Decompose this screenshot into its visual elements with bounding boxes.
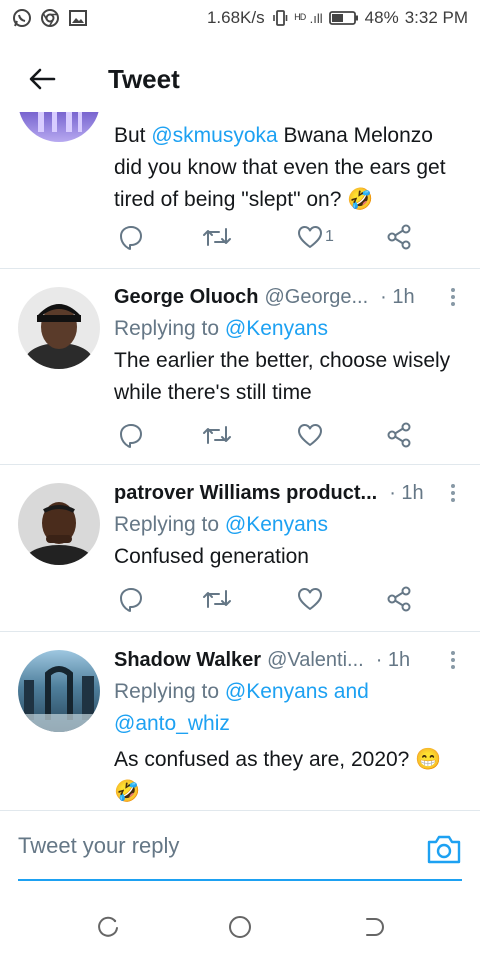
author-name[interactable]: Shadow Walker <box>114 649 261 672</box>
reply-button[interactable] <box>118 221 144 253</box>
system-nav-bar <box>0 896 480 960</box>
like-button[interactable]: 1 <box>297 221 334 253</box>
mention-link[interactable]: @skmusyoka <box>151 124 277 147</box>
replying-to-continued: @anto_whiz <box>114 708 462 740</box>
tweet-actions <box>114 583 414 615</box>
retweet-icon <box>203 590 231 608</box>
tweet-time: · 1h <box>380 285 415 308</box>
laughing-emoji: 🤣 <box>114 780 141 803</box>
back-arrow-icon <box>29 68 56 90</box>
tweet-card[interactable]: But @skmusyoka Bwana Melonzo did you kno… <box>0 112 480 269</box>
chrome-icon <box>40 8 60 28</box>
net-speed: 1.68K/s <box>206 8 265 27</box>
replying-to: Replying to @Kenyans and <box>114 680 369 703</box>
reply-input[interactable] <box>18 833 408 859</box>
reply-button[interactable] <box>118 419 144 451</box>
more-icon[interactable] <box>444 285 462 309</box>
retweet-button[interactable] <box>202 221 232 253</box>
author-name[interactable]: George Oluoch <box>114 286 258 309</box>
status-bar: 1.68K/s ᴴᴰ .ıll 48% 3:32 PM <box>0 0 480 36</box>
vibrate-icon <box>272 10 287 26</box>
replying-to: Replying to @Kenyans <box>114 513 328 536</box>
like-count: 1 <box>325 228 334 245</box>
more-icon[interactable] <box>444 481 462 505</box>
retweet-icon <box>203 228 231 246</box>
like-icon <box>298 226 322 248</box>
like-icon <box>298 424 322 446</box>
share-button[interactable] <box>386 221 412 253</box>
retweet-button[interactable] <box>202 419 232 451</box>
clock: 3:32 PM <box>404 8 468 27</box>
back-button[interactable] <box>14 51 70 107</box>
nav-recent-icon <box>98 916 118 937</box>
page-title: Tweet <box>108 63 180 94</box>
tweet-actions: 1 <box>114 221 414 253</box>
share-icon <box>387 422 411 448</box>
avatar[interactable] <box>18 483 100 565</box>
tweet-card[interactable]: patrover Williams product... · 1h Replyi… <box>0 465 480 632</box>
author-handle[interactable]: @George... <box>264 286 368 309</box>
share-icon <box>387 224 411 250</box>
share-button[interactable] <box>386 583 412 615</box>
laughing-emoji: 🤣 <box>347 188 374 211</box>
mention-link[interactable]: @Kenyans and <box>225 680 369 703</box>
replying-to: Replying to @Kenyans <box>114 317 328 340</box>
reply-icon <box>120 588 142 612</box>
retweet-icon <box>203 426 231 444</box>
more-icon[interactable] <box>444 648 462 672</box>
reply-icon <box>120 424 142 448</box>
battery-level: 48% <box>364 8 399 27</box>
like-button[interactable] <box>297 419 323 451</box>
tweet-text: The earlier the better, choose wisely wh… <box>114 349 451 404</box>
nav-home-button[interactable] <box>225 912 255 942</box>
avatar[interactable] <box>18 287 100 369</box>
battery-icon <box>328 11 358 25</box>
author-name[interactable]: patrover Williams product... <box>114 482 377 505</box>
tweet-time: · 1h <box>375 648 411 671</box>
camera-icon <box>427 835 461 864</box>
nav-home-icon <box>229 916 251 938</box>
input-underline <box>18 879 462 881</box>
tweet-actions <box>114 419 414 451</box>
tweet-card[interactable]: George Oluoch @George... · 1h Replying t… <box>0 269 480 465</box>
reply-composer <box>0 810 480 896</box>
author-handle[interactable]: @Valenti... <box>267 649 364 672</box>
nav-recent-button[interactable] <box>93 912 123 942</box>
share-icon <box>387 586 411 612</box>
nav-back-icon <box>366 918 384 936</box>
mention-link[interactable]: @Kenyans <box>225 317 328 340</box>
share-button[interactable] <box>386 419 412 451</box>
reply-icon <box>120 226 142 250</box>
like-button[interactable] <box>297 583 323 615</box>
tweet-time: · 1h <box>389 481 424 504</box>
tweet-text: Confused generation <box>114 545 309 568</box>
mention-link[interactable]: @Kenyans <box>225 513 328 536</box>
signal-indicator: ᴴᴰ .ıll <box>294 10 323 26</box>
nav-back-button[interactable] <box>358 912 388 942</box>
whatsapp-icon <box>12 8 32 28</box>
avatar[interactable] <box>18 112 100 142</box>
like-icon <box>298 588 322 610</box>
tweet-text: But @skmusyoka Bwana Melonzo did you kno… <box>114 124 446 211</box>
notification-icons <box>12 8 88 28</box>
gallery-icon <box>68 8 88 28</box>
reply-button[interactable] <box>118 583 144 615</box>
tweet-text: As confused as they are, 2020? 😁 <box>114 748 442 771</box>
retweet-button[interactable] <box>202 583 232 615</box>
mention-link[interactable]: @anto_whiz <box>114 712 230 735</box>
tweet-card[interactable]: Shadow Walker @Valenti... · 1h Replying … <box>0 632 480 810</box>
camera-button[interactable] <box>426 833 462 865</box>
reply-thread[interactable]: But @skmusyoka Bwana Melonzo did you kno… <box>0 112 480 810</box>
avatar[interactable] <box>18 650 100 732</box>
app-header: Tweet <box>0 36 480 122</box>
